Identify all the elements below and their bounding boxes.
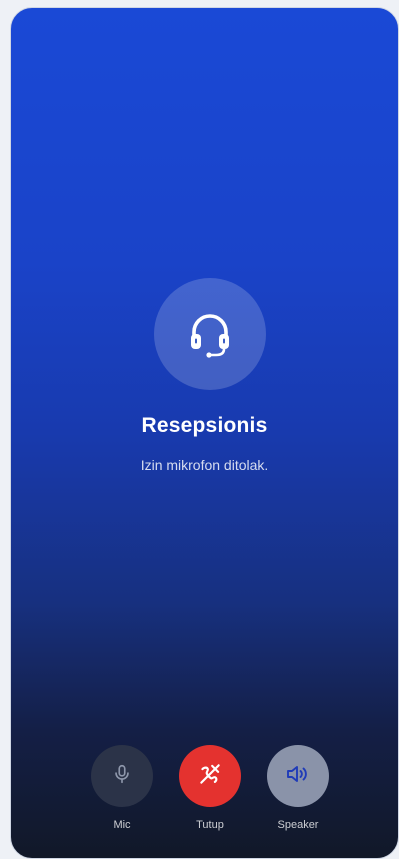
hangup-button[interactable] xyxy=(179,745,241,807)
call-status: Izin mikrofon ditolak. xyxy=(140,457,269,473)
speaker-icon xyxy=(285,763,311,790)
mic-label: Mic xyxy=(113,819,131,831)
speaker-label: Speaker xyxy=(277,819,319,831)
hangup-label: Tutup xyxy=(196,819,224,831)
call-screen: Resepsionis Izin mikrofon ditolak. Mic T… xyxy=(10,7,399,859)
call-controls: Mic Tutup Speaker xyxy=(11,745,398,835)
speaker-button[interactable] xyxy=(267,745,329,807)
caller-name: Resepsionis xyxy=(141,414,268,437)
phone-hangup-icon xyxy=(197,761,223,792)
microphone-icon xyxy=(111,763,133,790)
headset-icon xyxy=(186,310,234,358)
speaker-control: Speaker xyxy=(266,745,330,831)
caller-avatar xyxy=(154,278,266,390)
hangup-control: Tutup xyxy=(178,745,242,831)
mic-button[interactable] xyxy=(91,745,153,807)
mic-control: Mic xyxy=(90,745,154,831)
